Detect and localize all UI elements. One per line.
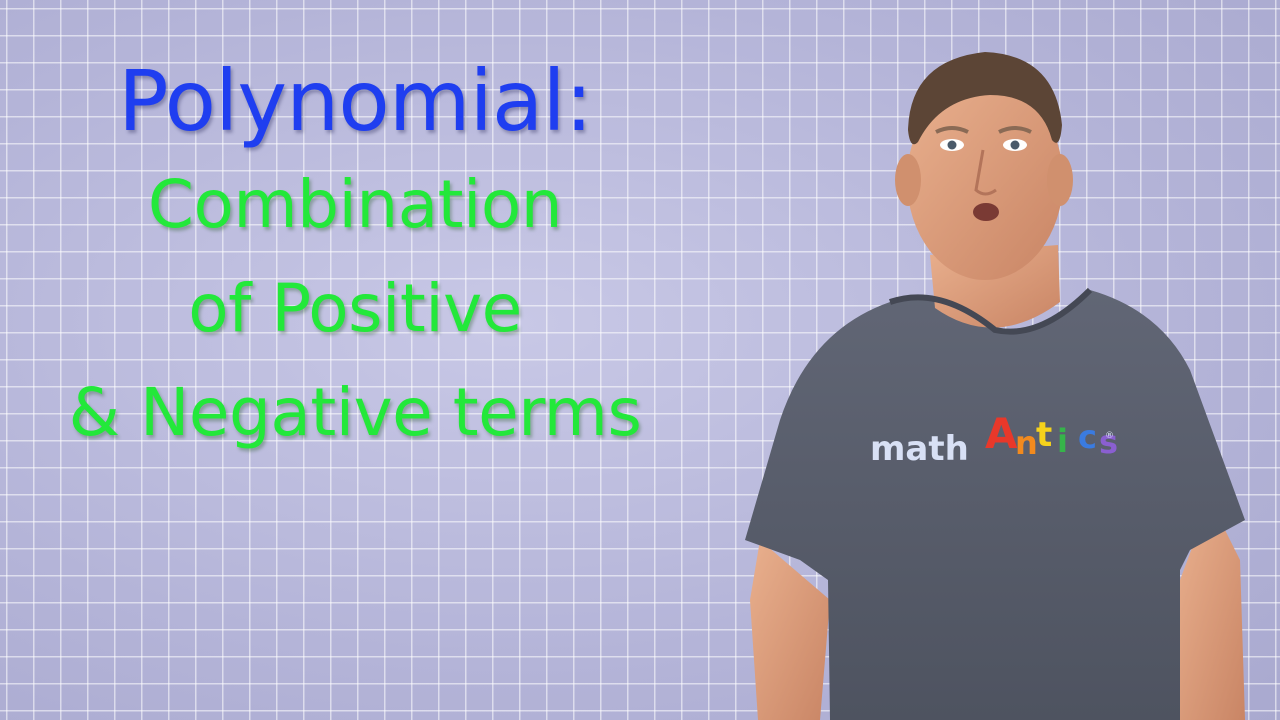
definition-line-1: Combination [147,166,563,244]
logo-registered-mark: ® [1105,431,1114,441]
presenter-figure: math Ant i c s ® [745,52,1245,720]
logo-letter-3: t [1036,415,1052,455]
logo-letter-5: c [1078,418,1097,456]
logo-letter-2: n [1015,424,1038,462]
logo-letter-1: A [985,409,1018,458]
right-ear [1047,154,1073,206]
definition-line-3: & Negative terms [68,374,642,452]
presenter: math Antics ® [740,40,1260,720]
slide-heading: Polynomial: [117,52,593,150]
definition-line-2: of Positive [188,270,522,348]
logo-letter-6: s [1099,423,1118,461]
mouth [973,203,999,221]
left-ear [895,154,921,206]
slide-text: Polynomial: Combination of Positive & Ne… [40,55,670,465]
logo-letter-4: i [1057,422,1068,460]
logo-word-math: math [870,429,969,469]
